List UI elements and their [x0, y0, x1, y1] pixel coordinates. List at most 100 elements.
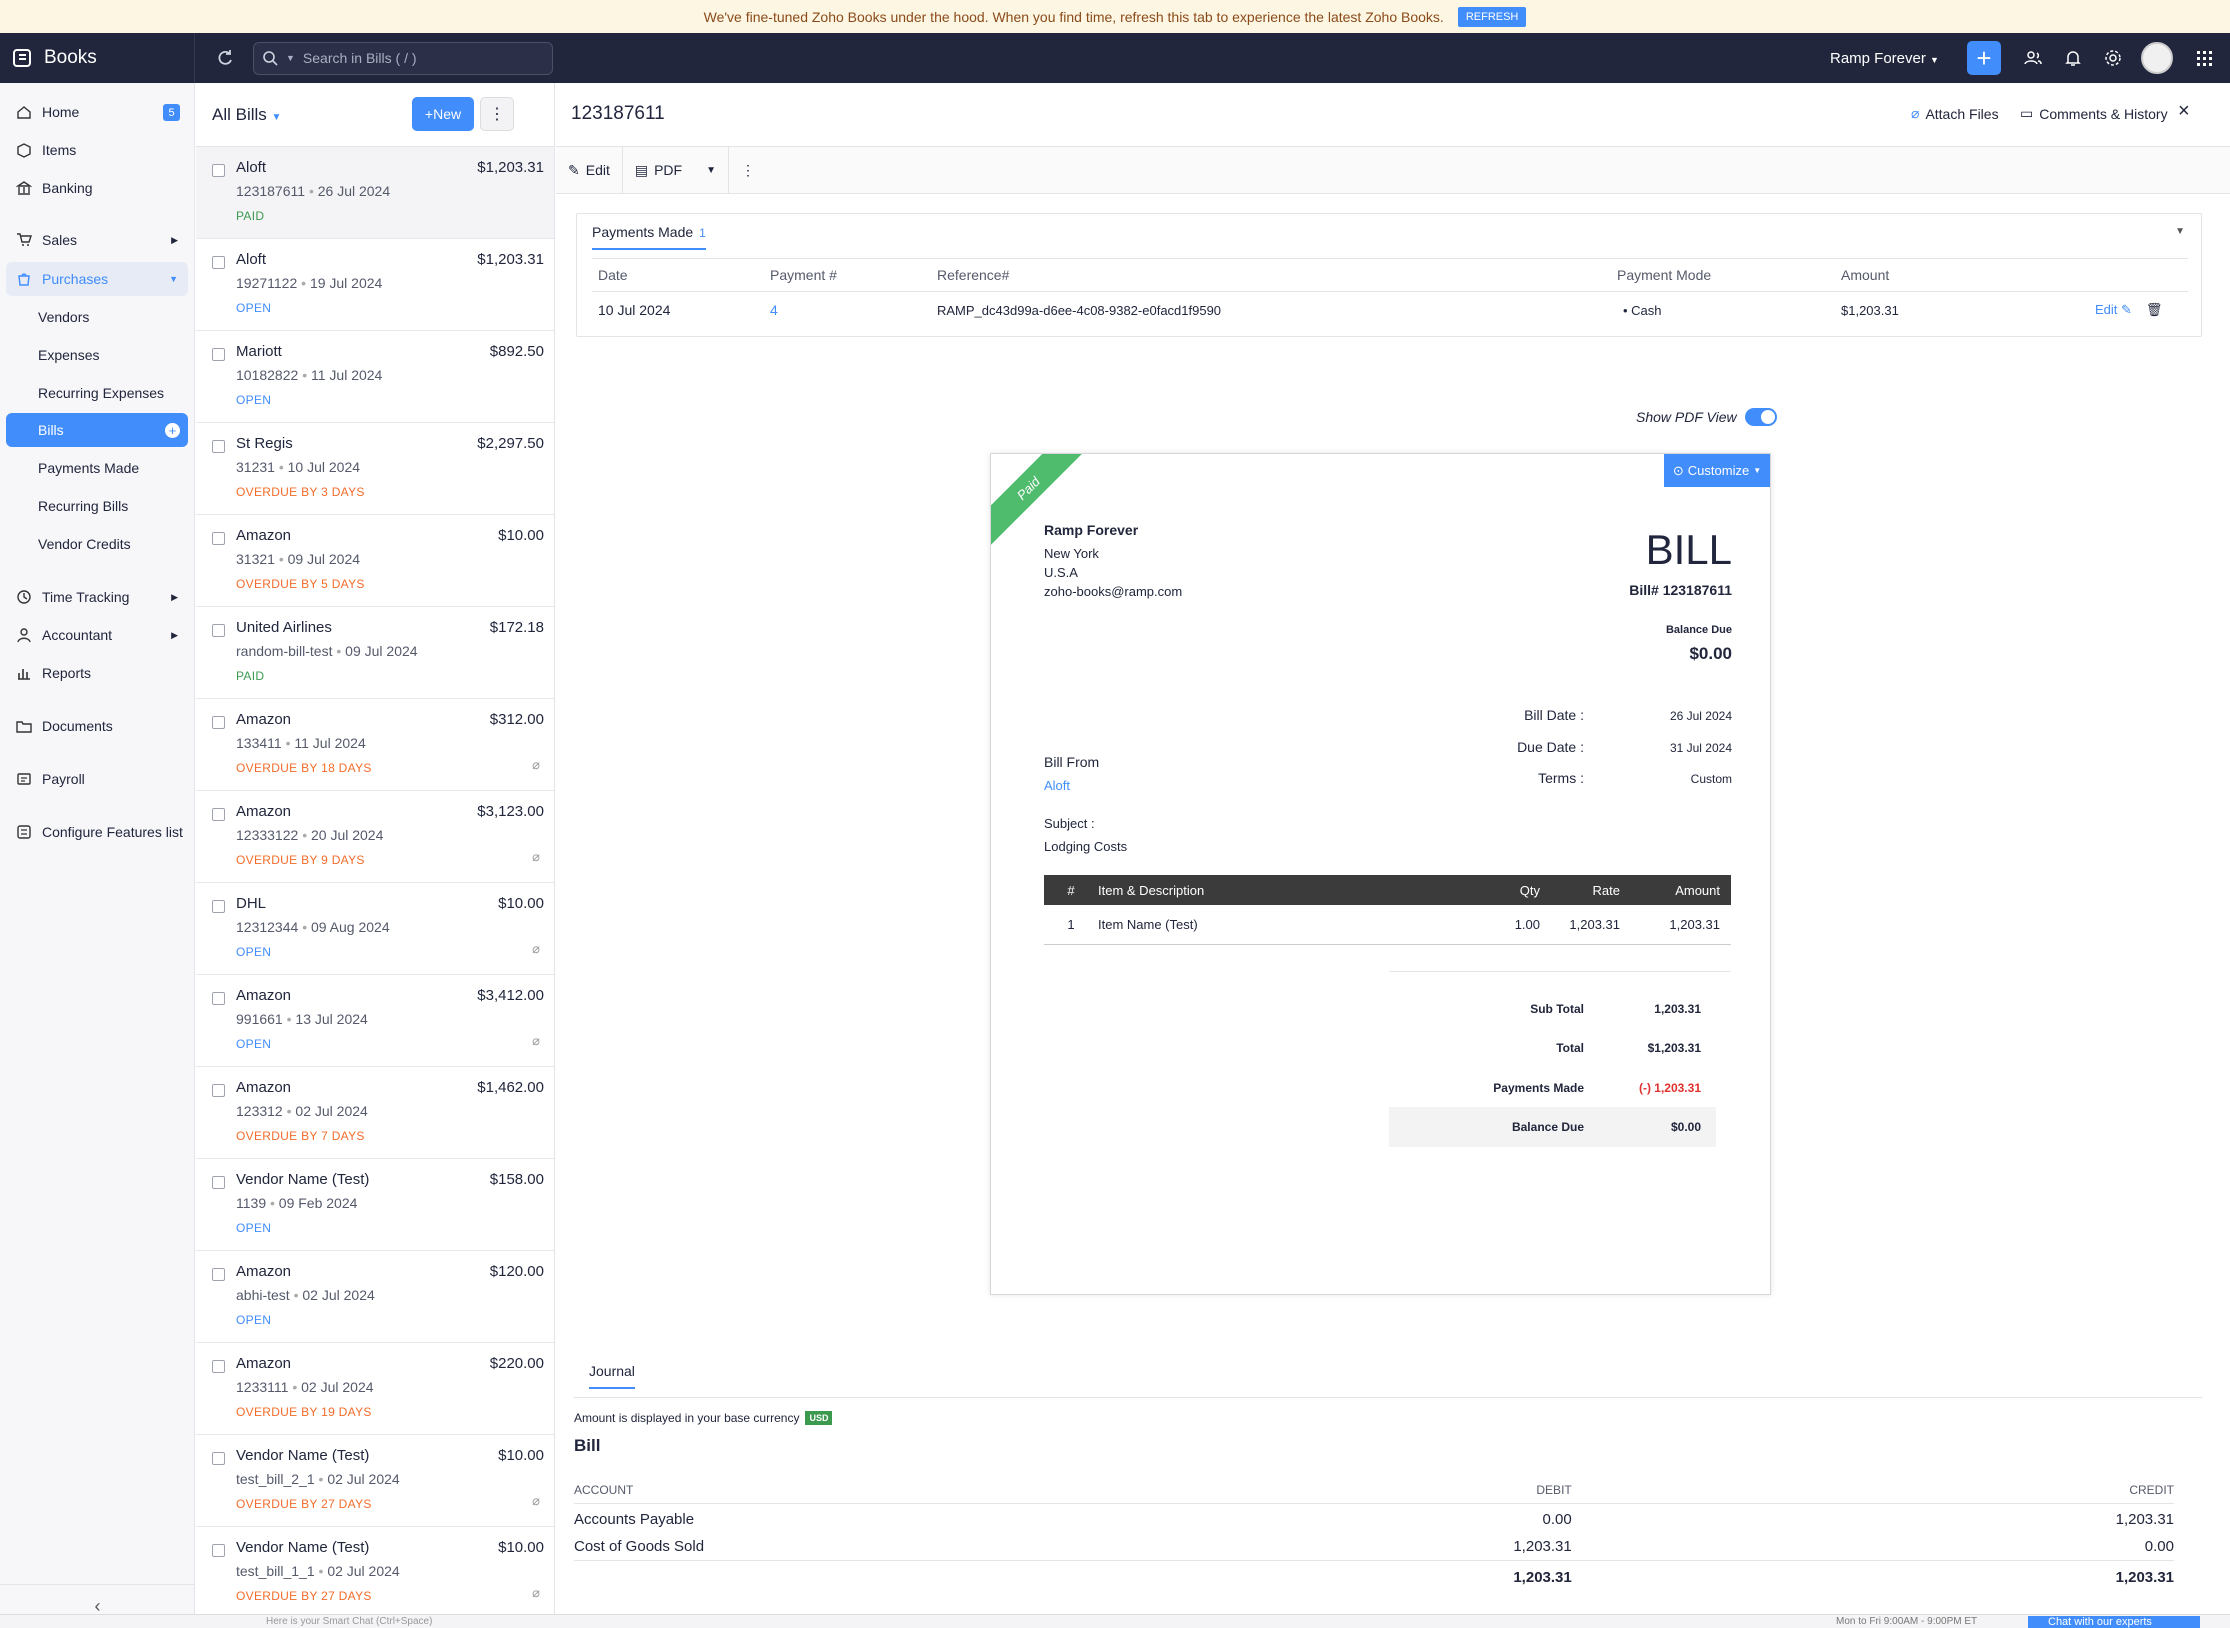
- vendor-link[interactable]: Aloft: [1044, 778, 1070, 793]
- list-item[interactable]: St Regis $2,297.50 31231 • 10 Jul 2024 OVER…: [196, 423, 554, 515]
- sidebar-item-vendor-credits[interactable]: Vendor Credits: [6, 527, 188, 561]
- sidebar-item-vendors[interactable]: Vendors: [6, 300, 188, 334]
- list-item[interactable]: DHL $10.00 12312344 • 09 Aug 2024 OPEN ⌀: [196, 883, 554, 975]
- sidebar-item-home[interactable]: Home 5: [6, 95, 188, 129]
- select-checkbox[interactable]: [212, 624, 225, 637]
- tab-payments-made[interactable]: Payments Made 1: [592, 224, 706, 250]
- close-icon[interactable]: ×: [2178, 100, 2190, 123]
- list-item[interactable]: Amazon $120.00 abhi-test • 02 Jul 2024 OPEN: [196, 1251, 554, 1343]
- sidebar-item-recurring-bills[interactable]: Recurring Bills: [6, 489, 188, 523]
- sidebar-item-expenses[interactable]: Expenses: [6, 338, 188, 372]
- sidebar-item-bills[interactable]: Bills +: [6, 413, 188, 447]
- trash-icon[interactable]: 🗑: [2146, 302, 2163, 318]
- sidebar-item-sales[interactable]: Sales ▶: [6, 223, 188, 257]
- edit-payment-link[interactable]: Edit ✎: [2095, 302, 2132, 318]
- sidebar-item-banking[interactable]: Banking: [6, 171, 188, 205]
- search-input[interactable]: Search in Bills ( / ): [303, 50, 417, 66]
- attachment-icon[interactable]: ⌀: [532, 1493, 540, 1509]
- sidebar-item-time-tracking[interactable]: Time Tracking ▶: [6, 580, 188, 614]
- bell-icon[interactable]: [2063, 48, 2083, 68]
- list-item[interactable]: Amazon $312.00 133411 • 11 Jul 2024 OVERDUE…: [196, 699, 554, 791]
- select-checkbox[interactable]: [212, 900, 225, 913]
- select-checkbox[interactable]: [212, 1084, 225, 1097]
- refresh-button[interactable]: REFRESH: [1457, 6, 1527, 27]
- sidebar-item-configure[interactable]: Configure Features list: [6, 815, 188, 849]
- app-brand[interactable]: Books: [0, 33, 195, 83]
- attachment-icon[interactable]: ⌀: [532, 1033, 540, 1049]
- sidebar-item-purchases[interactable]: Purchases ▼: [6, 262, 188, 296]
- select-checkbox[interactable]: [212, 808, 225, 821]
- list-item[interactable]: Vendor Name (Test) $158.00 1139 • 09 Feb 2…: [196, 1159, 554, 1251]
- list-item[interactable]: Amazon $10.00 31321 • 09 Jul 2024 OVERDUE B…: [196, 515, 554, 607]
- bill-amount: $2,297.50: [477, 435, 544, 452]
- attachment-icon[interactable]: ⌀: [532, 757, 540, 773]
- tab-journal[interactable]: Journal: [589, 1363, 635, 1389]
- select-checkbox[interactable]: [212, 348, 225, 361]
- select-checkbox[interactable]: [212, 1268, 225, 1281]
- bill-number: 19271122: [236, 275, 298, 291]
- more-options-button[interactable]: ⋮: [480, 97, 514, 131]
- payment-number-link[interactable]: 4: [770, 302, 937, 318]
- pdf-dropdown-button[interactable]: ▼: [694, 146, 729, 194]
- pdf-button[interactable]: ▤ PDF: [623, 147, 694, 194]
- list-item[interactable]: Amazon $3,412.00 991661 • 13 Jul 2024 OPEN ⌀: [196, 975, 554, 1067]
- users-icon[interactable]: [2023, 48, 2043, 68]
- quick-create-button[interactable]: +: [1967, 41, 2001, 75]
- list-item[interactable]: Amazon $1,462.00 123312 • 02 Jul 2024 OVERD…: [196, 1067, 554, 1159]
- chat-experts-button[interactable]: Chat with our experts: [2028, 1616, 2200, 1628]
- new-bill-button[interactable]: + New: [412, 97, 474, 131]
- select-checkbox[interactable]: [212, 440, 225, 453]
- select-checkbox[interactable]: [212, 532, 225, 545]
- select-checkbox[interactable]: [212, 256, 225, 269]
- bill-number: 31231: [236, 459, 275, 475]
- toggle-switch[interactable]: [1744, 408, 1777, 426]
- collapse-panel-icon[interactable]: ▼: [2175, 226, 2185, 237]
- refresh-icon[interactable]: [215, 48, 235, 68]
- chevron-down-icon[interactable]: ▼: [286, 53, 295, 63]
- sidebar-item-accountant[interactable]: Accountant ▶: [6, 618, 188, 652]
- select-checkbox[interactable]: [212, 1176, 225, 1189]
- org-switcher[interactable]: Ramp Forever ▼: [1830, 50, 1939, 67]
- apps-grid-icon[interactable]: [2194, 48, 2214, 68]
- attachment-icon[interactable]: ⌀: [532, 941, 540, 957]
- list-item[interactable]: United Airlines $172.18 random-bill-test •…: [196, 607, 554, 699]
- select-checkbox[interactable]: [212, 716, 225, 729]
- sidebar-item-reports[interactable]: Reports: [6, 656, 188, 690]
- sidebar-item-payments-made[interactable]: Payments Made: [6, 451, 188, 485]
- sidebar-item-documents[interactable]: Documents: [6, 709, 188, 743]
- attachment-icon[interactable]: ⌀: [532, 849, 540, 865]
- edit-button[interactable]: ✎ Edit: [556, 146, 623, 194]
- list-item[interactable]: Vendor Name (Test) $10.00 test_bill_2_1 • …: [196, 1435, 554, 1527]
- list-item[interactable]: Aloft $1,203.31 123187611 • 26 Jul 2024 PAI…: [196, 147, 554, 239]
- search-icon[interactable]: [262, 50, 278, 66]
- gear-icon[interactable]: [2103, 48, 2123, 68]
- add-bill-icon[interactable]: +: [165, 422, 180, 438]
- sidebar-item-payroll[interactable]: Payroll: [6, 762, 188, 796]
- select-checkbox[interactable]: [212, 1544, 225, 1557]
- list-view-selector[interactable]: All Bills ▼: [212, 105, 281, 125]
- attach-files-button[interactable]: ⌀ Attach Files: [1911, 105, 1999, 122]
- list-item[interactable]: Aloft $1,203.31 19271122 • 19 Jul 2024 OPEN: [196, 239, 554, 331]
- list-item[interactable]: Amazon $220.00 1233111 • 02 Jul 2024 OVERDU…: [196, 1343, 554, 1435]
- sidebar-item-items[interactable]: Items: [6, 133, 188, 167]
- more-actions-button[interactable]: ⋮: [729, 147, 767, 194]
- select-checkbox[interactable]: [212, 1360, 225, 1373]
- debit: 0.00: [1542, 1510, 1572, 1528]
- attachment-icon[interactable]: ⌀: [532, 1585, 540, 1601]
- pdf-view-toggle[interactable]: Show PDF View: [1636, 408, 1777, 426]
- smart-chat-input[interactable]: Here is your Smart Chat (Ctrl+Space): [266, 1615, 432, 1628]
- list-item[interactable]: Vendor Name (Test) $10.00 test_bill_1_1 • …: [196, 1527, 554, 1619]
- customize-button[interactable]: ⊙ Customize ▼: [1664, 454, 1770, 487]
- avatar[interactable]: [2141, 42, 2173, 74]
- select-checkbox[interactable]: [212, 1452, 225, 1465]
- sidebar-item-label: Purchases: [42, 271, 109, 287]
- org-name: Ramp Forever: [1830, 50, 1926, 67]
- bill-amount: $1,203.31: [477, 159, 544, 176]
- list-item[interactable]: Mariott $892.50 10182822 • 11 Jul 2024 OPEN: [196, 331, 554, 423]
- sidebar-item-recurring-expenses[interactable]: Recurring Expenses: [6, 376, 188, 410]
- select-checkbox[interactable]: [212, 992, 225, 1005]
- comments-history-button[interactable]: ▭ Comments & History: [2020, 105, 2168, 122]
- list-item[interactable]: Amazon $3,123.00 12333122 • 20 Jul 2024 OVE…: [196, 791, 554, 883]
- select-checkbox[interactable]: [212, 164, 225, 177]
- search-bar[interactable]: ▼ Search in Bills ( / ): [253, 41, 553, 75]
